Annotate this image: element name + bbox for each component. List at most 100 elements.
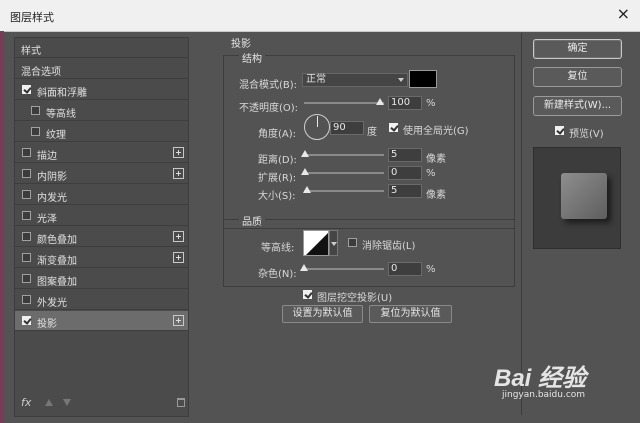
move-up-icon[interactable] <box>45 399 53 406</box>
style-item[interactable]: 内发光 <box>15 185 188 205</box>
drop-shadow-panel: 投影 结构 混合模式(B): 正常 不透明度(O): 100 % 角度(A): … <box>214 33 519 415</box>
noise-slider-track[interactable] <box>304 268 384 270</box>
style-item[interactable]: 斜面和浮雕 <box>15 80 188 100</box>
ok-button[interactable]: 确定 <box>533 39 622 59</box>
distance-unit: 像素 <box>426 154 446 165</box>
style-item[interactable]: 光泽 <box>15 206 188 226</box>
style-preview <box>533 147 621 249</box>
anti-aliased-checkbox[interactable] <box>348 238 357 247</box>
chevron-down-icon <box>398 78 404 82</box>
distance-slider-thumb[interactable] <box>301 150 309 157</box>
style-item[interactable]: 等高线 <box>15 101 188 121</box>
blend-mode-select[interactable]: 正常 <box>302 73 408 87</box>
style-item-label: 外发光 <box>37 298 67 309</box>
style-item-checkbox[interactable] <box>22 316 31 325</box>
watermark: Bai 经验 jingyan.baidu.com <box>488 352 638 420</box>
angle-dial[interactable] <box>304 114 330 140</box>
make-default-button[interactable]: 设置为默认值 <box>282 305 363 323</box>
size-unit: 像素 <box>426 190 446 201</box>
opacity-slider-track[interactable] <box>304 102 384 104</box>
style-item-checkbox[interactable] <box>31 106 40 115</box>
opacity-slider-thumb[interactable] <box>376 98 384 105</box>
angle-unit: 度 <box>367 127 377 138</box>
window-title: 图层样式 <box>10 11 54 24</box>
noise-input[interactable]: 0 <box>388 262 422 276</box>
style-item-label: 描边 <box>37 151 57 162</box>
style-item[interactable]: 混合选项 <box>15 59 188 79</box>
chevron-down-icon <box>331 242 337 246</box>
style-item-label: 投影 <box>37 319 57 330</box>
preview-square <box>561 173 607 219</box>
distance-input[interactable]: 5 <box>388 148 422 162</box>
style-item-label: 等高线 <box>46 109 76 120</box>
spread-slider-track[interactable] <box>304 172 384 174</box>
size-input[interactable]: 5 <box>388 184 422 198</box>
add-icon[interactable] <box>173 231 184 242</box>
shadow-color-swatch[interactable] <box>409 70 437 88</box>
style-item[interactable]: 外发光 <box>15 290 188 310</box>
style-item[interactable]: 颜色叠加 <box>15 227 188 247</box>
style-item-checkbox[interactable] <box>31 127 40 136</box>
add-icon[interactable] <box>173 252 184 263</box>
size-slider-track[interactable] <box>304 190 384 192</box>
use-global-light-checkbox[interactable] <box>389 123 398 132</box>
reset-default-button[interactable]: 复位为默认值 <box>369 305 452 323</box>
style-item-checkbox[interactable] <box>22 85 31 94</box>
angle-input[interactable]: 90 <box>330 121 364 135</box>
section-title-drop-shadow: 投影 <box>231 39 251 50</box>
style-item[interactable]: 图案叠加 <box>15 269 188 289</box>
style-item-checkbox[interactable] <box>22 295 31 304</box>
contour-thumbnail[interactable] <box>303 230 329 256</box>
trash-icon[interactable] <box>177 398 185 407</box>
reset-button[interactable]: 复位 <box>533 67 622 87</box>
style-item[interactable]: 渐变叠加 <box>15 248 188 268</box>
spread-input[interactable]: 0 <box>388 166 422 180</box>
style-item-checkbox[interactable] <box>22 274 31 283</box>
spread-slider-thumb[interactable] <box>301 168 309 175</box>
style-list: 样式混合选项斜面和浮雕等高线纹理描边内阴影内发光光泽颜色叠加 渐变叠加图案叠加外发… <box>14 37 189 417</box>
angle-needle <box>317 116 318 127</box>
style-item[interactable]: 投影 <box>15 311 188 331</box>
add-icon[interactable] <box>173 147 184 158</box>
blend-mode-value: 正常 <box>306 74 326 85</box>
opacity-input[interactable]: 100 <box>388 96 422 110</box>
style-item-label: 混合选项 <box>21 67 61 78</box>
noise-unit: % <box>426 264 436 275</box>
opacity-label: 不透明度(O): <box>239 103 299 114</box>
noise-slider-thumb[interactable] <box>300 264 308 271</box>
style-item-checkbox[interactable] <box>22 211 31 220</box>
add-icon[interactable] <box>173 315 184 326</box>
style-item[interactable]: 描边 <box>15 143 188 163</box>
style-item-checkbox[interactable] <box>22 253 31 262</box>
style-item-checkbox[interactable] <box>22 232 31 241</box>
contour-dropdown[interactable] <box>329 230 338 256</box>
style-item-label: 内阴影 <box>37 172 67 183</box>
style-item[interactable]: 样式 <box>15 38 188 58</box>
size-label: 大小(S): <box>258 191 296 202</box>
style-item[interactable]: 内阴影 <box>15 164 188 184</box>
layer-knocks-out-checkbox[interactable] <box>303 290 312 299</box>
preview-checkbox[interactable] <box>555 126 564 135</box>
style-item-checkbox[interactable] <box>22 148 31 157</box>
structure-title: 结构 <box>239 50 265 65</box>
watermark-url: jingyan.baidu.com <box>502 390 586 400</box>
blend-mode-label: 混合模式(B): <box>239 80 298 91</box>
style-item-label: 样式 <box>21 46 41 57</box>
style-item[interactable]: 纹理 <box>15 122 188 142</box>
style-item-checkbox[interactable] <box>22 169 31 178</box>
anti-aliased-label: 消除锯齿(L) <box>362 241 416 252</box>
style-item-label: 光泽 <box>37 214 57 225</box>
close-icon[interactable]: × <box>617 4 630 23</box>
move-down-icon[interactable] <box>63 399 71 406</box>
add-icon[interactable] <box>173 168 184 179</box>
distance-slider-track[interactable] <box>304 154 384 156</box>
spread-label: 扩展(R): <box>258 173 297 184</box>
style-item-label: 图案叠加 <box>37 277 77 288</box>
size-slider-thumb[interactable] <box>303 186 311 193</box>
opacity-unit: % <box>426 98 436 109</box>
noise-label: 杂色(N): <box>258 269 297 280</box>
style-item-checkbox[interactable] <box>22 190 31 199</box>
distance-label: 距离(D): <box>258 155 297 166</box>
fx-icon[interactable]: fx <box>21 396 31 409</box>
new-style-button[interactable]: 新建样式(W)... <box>533 96 622 116</box>
